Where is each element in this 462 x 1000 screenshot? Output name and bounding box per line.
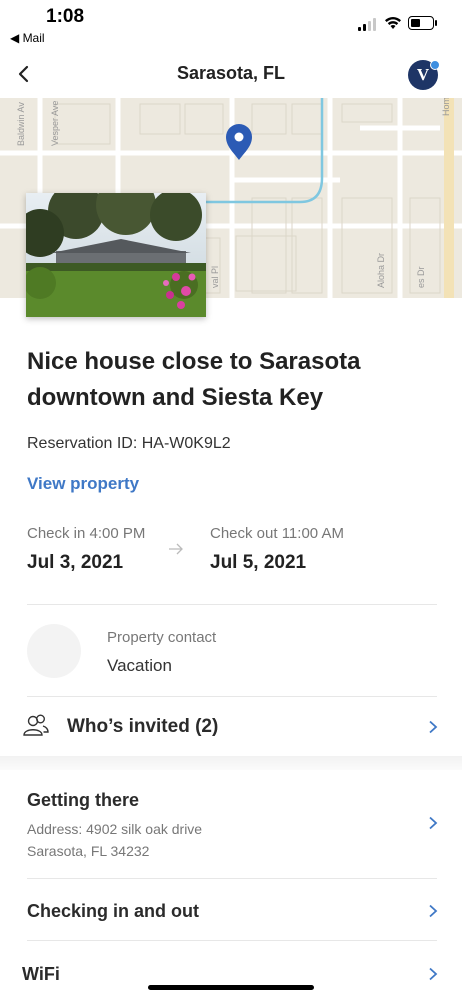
view-property-link[interactable]: View property (27, 474, 139, 494)
map-street-label: Baldwin Av (16, 102, 26, 146)
address-line-2: Sarasota, FL 34232 (27, 843, 150, 859)
people-icon (23, 714, 49, 736)
check-out-label: Check out 11:00 AM (210, 525, 344, 542)
checking-in-out-title: Checking in and out (27, 901, 200, 921)
getting-there-title: Getting there (27, 790, 140, 810)
chevron-right-icon (429, 816, 438, 830)
divider (27, 604, 437, 605)
address-line-1: Address: 4902 silk oak drive (27, 821, 203, 837)
wifi-icon (385, 17, 401, 29)
status-time: 1:08 (46, 6, 85, 27)
status-bar: 1:08 ◀ Mail (0, 0, 462, 52)
check-out-date: Jul 5, 2021 (210, 552, 307, 573)
map-street-label: es Dr (416, 266, 426, 288)
whos-invited-label: Who’s invited (2) (67, 716, 219, 737)
notification-dot (430, 60, 440, 70)
chevron-right-icon (429, 967, 438, 981)
page-title: Sarasota, FL (176, 63, 286, 83)
arrow-right-icon (169, 543, 183, 555)
check-in-date: Jul 3, 2021 (27, 552, 124, 573)
contact-avatar (27, 624, 81, 678)
reservation-id: Reservation ID: HA-W0K9L2 (27, 435, 231, 452)
navigation-bar: Sarasota, FL (0, 52, 462, 99)
property-contact-name[interactable]: Vacation (107, 656, 172, 676)
property-photo[interactable] (26, 193, 206, 317)
whos-invited-row[interactable]: Who’s invited (2) (0, 698, 462, 756)
divider (27, 878, 437, 879)
map-street-label: val Pl (210, 266, 220, 288)
section-separator (0, 756, 462, 770)
home-indicator (148, 985, 314, 990)
chevron-right-icon (429, 904, 438, 918)
wifi-title: WiFi (22, 964, 60, 984)
property-title: Nice house close to Sarasota downtown an… (27, 348, 361, 411)
map-street-label: Hom (441, 98, 451, 116)
check-in-label: Check in 4:00 PM (27, 525, 146, 542)
map-street-label: Vesper Ave (50, 101, 60, 146)
property-contact-label: Property contact (107, 629, 217, 646)
divider (27, 940, 437, 941)
divider (27, 696, 437, 697)
cellular-signal-icon (358, 18, 376, 31)
chevron-right-icon (429, 720, 438, 734)
map-street-label: Aloha Dr (376, 253, 386, 288)
back-to-mail-link[interactable]: ◀ Mail (10, 31, 45, 45)
battery-icon (408, 16, 437, 30)
